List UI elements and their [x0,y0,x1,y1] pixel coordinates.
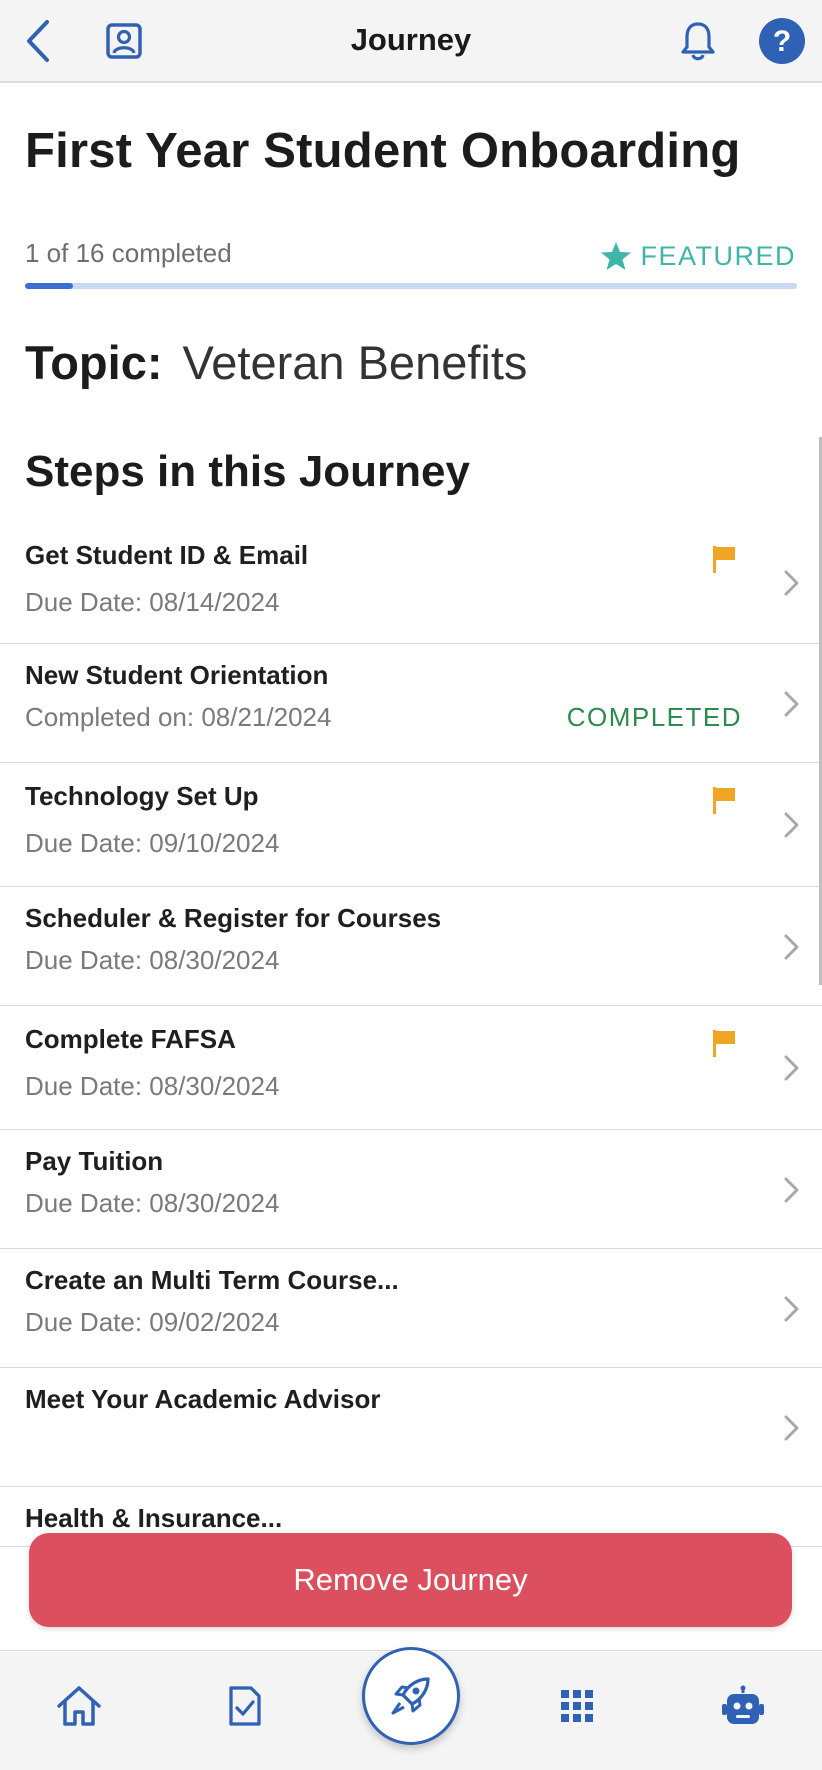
nav-tasks[interactable] [218,1679,272,1733]
featured-label: FEATURED [640,240,796,271]
help-icon: ? [759,18,805,64]
svg-text:?: ? [773,25,791,58]
journey-title: First Year Student Onboarding [25,124,741,178]
progress-bar [25,283,797,289]
bell-icon [681,22,715,61]
chevron-right-icon [784,1177,799,1202]
steps-list: Get Student ID & Email Due Date: 08/14/20… [0,522,822,1547]
top-bar: Journey ? [0,0,822,83]
step-date: Due Date: 08/30/2024 [25,945,280,975]
progress-text: 1 of 16 completed [25,238,232,268]
step-row[interactable]: Pay Tuition Due Date: 08/30/2024 [0,1130,822,1249]
bottom-nav [0,1647,822,1770]
apps-grid-icon [561,1690,593,1722]
help-button[interactable]: ? [758,17,806,65]
step-name: Health & Insurance... [25,1503,283,1533]
step-row[interactable]: Complete FAFSA Due Date: 08/30/2024 [0,1006,822,1130]
chevron-right-icon [784,934,799,959]
step-name: Pay Tuition [25,1146,164,1176]
nav-assistant[interactable] [716,1679,770,1733]
nav-journeys[interactable] [362,1647,460,1745]
step-name: New Student Orientation [25,660,329,690]
step-date: Due Date: 08/14/2024 [25,587,280,617]
topic-value: Veteran Benefits [182,336,528,389]
step-row[interactable]: Technology Set Up Due Date: 09/10/2024 [0,763,822,887]
chevron-right-icon [784,812,799,838]
step-name: Complete FAFSA [25,1024,236,1054]
step-name: Create an Multi Term Course... [25,1265,399,1295]
flag-icon [713,787,735,814]
step-date: Due Date: 08/30/2024 [25,1188,280,1218]
step-row[interactable]: Meet Your Academic Advisor [0,1368,822,1487]
steps-heading: Steps in this Journey [25,447,470,496]
step-name: Meet Your Academic Advisor [25,1384,381,1414]
topic-label: Topic: [25,336,163,389]
tasks-icon [229,1686,261,1726]
step-name: Technology Set Up [25,781,259,811]
nav-apps[interactable] [550,1679,604,1733]
notifications-button[interactable] [674,17,722,65]
progress-bar-fill [25,283,74,289]
flag-icon [713,1030,735,1057]
journey-content: First Year Student Onboarding 1 of 16 co… [0,85,822,1650]
chevron-right-icon [784,1296,799,1321]
step-date: Due Date: 09/02/2024 [25,1307,280,1337]
step-name: Scheduler & Register for Courses [25,903,442,933]
remove-journey-button[interactable]: Remove Journey [29,1533,792,1627]
home-icon [57,1686,101,1726]
flag-icon [713,546,735,573]
step-date: Due Date: 09/10/2024 [25,828,280,858]
step-row[interactable]: Scheduler & Register for Courses Due Date… [0,887,822,1006]
chevron-right-icon [784,570,799,596]
step-name: Get Student ID & Email [25,540,309,570]
step-row[interactable]: New Student Orientation Completed on: 08/… [0,644,822,763]
step-row[interactable]: Get Student ID & Email Due Date: 08/14/20… [0,522,822,644]
chevron-right-icon [784,691,799,716]
topic: Topic: Veteran Benefits [25,335,527,390]
chevron-right-icon [784,1415,799,1440]
step-date: Due Date: 08/30/2024 [25,1071,280,1101]
step-row[interactable]: Create an Multi Term Course... Due Date: … [0,1249,822,1368]
featured-badge: FEATURED [600,240,796,272]
step-status: COMPLETED [566,702,742,732]
chevron-right-icon [784,1055,799,1081]
rocket-icon [391,1677,430,1715]
bot-icon [722,1685,764,1724]
star-icon [601,242,632,270]
nav-home[interactable] [52,1679,106,1733]
step-date: Completed on: 08/21/2024 [25,702,332,732]
